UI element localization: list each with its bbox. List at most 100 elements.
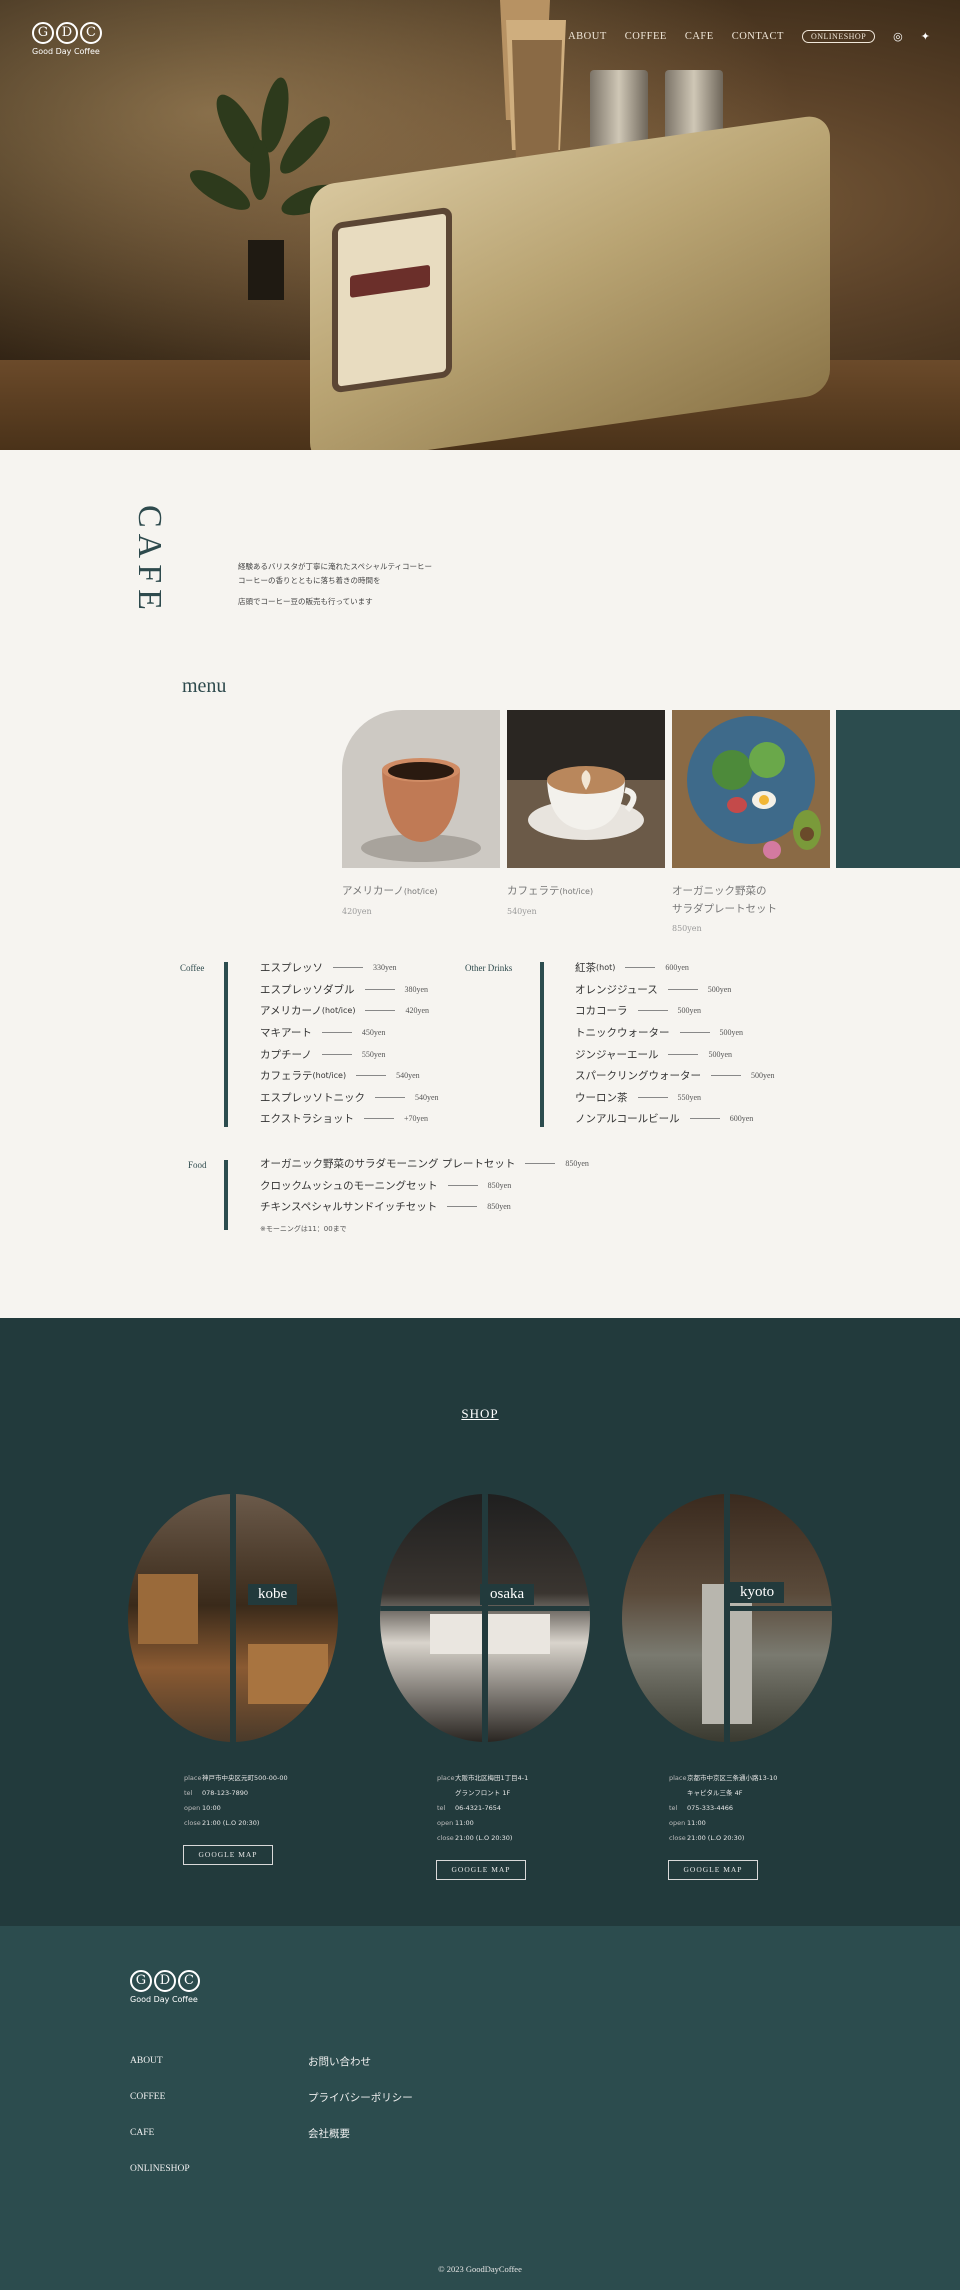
google-map-button[interactable]: GOOGLE MAP xyxy=(183,1845,273,1865)
price-leader-line xyxy=(711,1075,741,1077)
hero-section: G D C Good Day Coffee ABOUT COFFEE CAFE … xyxy=(0,0,960,450)
store-kobe[interactable]: kobe xyxy=(128,1494,338,1742)
brand-mark-letter: G xyxy=(32,22,54,44)
menu-item-price: 500yen xyxy=(677,1006,702,1016)
menu-card-name: アメリカーノ(hot/ice) xyxy=(342,885,438,897)
machine-panel xyxy=(332,206,452,394)
intro-line: 経験あるバリスタが丁寧に淹れたスペシャルティコーヒー コーヒーの香りとともに落ち着… xyxy=(238,562,433,585)
latte-photo xyxy=(507,710,665,868)
menu-item: エスプレッソダブル 380yen xyxy=(260,979,439,1001)
photo-divider xyxy=(724,1494,730,1742)
store-place: place神戸市中央区元町500-00-00 xyxy=(184,1774,288,1782)
menu-item-name: ノンアルコールビール xyxy=(575,1113,680,1126)
store-photo xyxy=(622,1494,832,1742)
nav-cafe[interactable]: CAFE xyxy=(685,31,714,42)
menu-item-name: 紅茶 xyxy=(575,962,596,975)
menu-item-name: スパークリングウォーター xyxy=(575,1070,701,1083)
menu-card-price: 850yen xyxy=(672,924,702,933)
footer: G D C Good Day Coffee ABOUT COFFEE CAFE … xyxy=(0,1926,960,2290)
footer-link-cafe[interactable]: CAFE xyxy=(130,2128,154,2138)
menu-item-name: カフェラテ xyxy=(260,1070,313,1083)
store-kyoto[interactable]: kyoto xyxy=(622,1494,832,1742)
menu-item-price: 500yen xyxy=(719,1028,744,1038)
americano-photo xyxy=(342,710,500,868)
coffee-category-bar xyxy=(224,962,228,1127)
photo-divider xyxy=(724,1606,832,1611)
menu-card[interactable]: オーガニック野菜の サラダプレートセット 850yen xyxy=(672,710,830,933)
footer-link-about[interactable]: ABOUT xyxy=(130,2056,163,2066)
menu-card-name: カフェラテ(hot/ice) xyxy=(507,885,594,897)
store-osaka[interactable]: osaka xyxy=(380,1494,590,1742)
photo-divider xyxy=(230,1494,236,1742)
footer-brand-logo[interactable]: G D C Good Day Coffee xyxy=(130,1970,200,2004)
drinks-menu-list: 紅茶 (hot) 600yen オレンジジュース 500yen コカコーラ 500yen トニ… xyxy=(575,957,775,1130)
menu-card-price: 420yen xyxy=(342,907,372,916)
price-leader-line xyxy=(333,967,363,969)
footer-link-company[interactable]: 会社概要 xyxy=(308,2126,350,2141)
price-leader-line xyxy=(447,1184,478,1186)
google-map-button[interactable]: GOOGLE MAP xyxy=(436,1860,526,1880)
menu-item-price: 850yen xyxy=(487,1202,511,1212)
menu-heading: menu xyxy=(182,675,227,697)
menu-item-price: 450yen xyxy=(361,1028,386,1038)
price-leader-line xyxy=(667,988,698,990)
store-open: open 11:00 xyxy=(669,1819,706,1827)
brand-mark-letter: D xyxy=(154,1970,176,1992)
store-name-tag: osaka xyxy=(480,1584,535,1605)
menu-item: チキンスペシャルサンドイッチセット 850yen xyxy=(260,1196,589,1218)
store-tel: tel 078-123-7890 xyxy=(184,1789,249,1797)
menu-item-name: アメリカーノ xyxy=(260,1005,322,1018)
brand-name: Good Day Coffee xyxy=(32,47,100,56)
price-leader-line xyxy=(321,1032,352,1034)
brand-mark: G D C xyxy=(130,1970,200,1992)
menu-item: スパークリングウォーター 500yen xyxy=(575,1065,775,1087)
menu-item-name: トニックウォーター xyxy=(575,1027,670,1040)
menu-item-name: コカコーラ xyxy=(575,1005,628,1018)
menu-item-name: オーガニック野菜のサラダモーニング プレートセット xyxy=(260,1158,516,1171)
food-menu-list: オーガニック野菜のサラダモーニング プレートセット 850yen クロックムッシュの… xyxy=(260,1153,589,1218)
price-leader-line xyxy=(356,1075,387,1077)
online-shop-button[interactable]: ONLINESHOP xyxy=(801,30,876,43)
menu-card[interactable]: カフェラテ(hot/ice) 540yen xyxy=(507,710,665,916)
shop-heading[interactable]: SHOP xyxy=(0,1406,960,1422)
menu-item-name: チキンスペシャルサンドイッチセット xyxy=(260,1201,438,1214)
drinks-category-label: Other Drinks xyxy=(465,963,513,973)
nav-coffee[interactable]: COFFEE xyxy=(625,31,667,42)
store-open: open 11:00 xyxy=(437,1819,474,1827)
menu-item-price: 380yen xyxy=(404,984,429,994)
menu-item-price: 500yen xyxy=(707,984,732,994)
menu-card-price: 540yen xyxy=(507,907,537,916)
menu-item: オーガニック野菜のサラダモーニング プレートセット 850yen xyxy=(260,1153,589,1175)
intro-line: 店頭でコーヒー豆の販売も行っています xyxy=(238,597,373,606)
nav-about[interactable]: ABOUT xyxy=(568,31,607,42)
menu-card[interactable]: アメリカーノ(hot/ice) 420yen xyxy=(342,710,500,916)
menu-item-price: 500yen xyxy=(751,1071,775,1081)
menu-item: クロックムッシュのモーニングセット 850yen xyxy=(260,1175,589,1197)
instagram-icon[interactable]: ◎ xyxy=(893,30,903,43)
menu-item-name: ウーロン茶 xyxy=(575,1091,628,1104)
footer-link-contact[interactable]: お問い合わせ xyxy=(308,2054,371,2069)
menu-item: エスプレッソトニック 540yen xyxy=(260,1087,439,1109)
nav-contact[interactable]: CONTACT xyxy=(732,31,784,42)
menu-item-price: 330yen xyxy=(373,963,397,973)
menu-item-price: 550yen xyxy=(361,1049,386,1059)
price-leader-line xyxy=(668,1053,699,1055)
price-leader-line xyxy=(525,1163,556,1165)
menu-item: トニックウォーター 500yen xyxy=(575,1022,775,1044)
menu-item: 紅茶 (hot) 600yen xyxy=(575,957,775,979)
photo-divider xyxy=(482,1494,488,1742)
price-leader-line xyxy=(363,1118,394,1120)
google-map-button[interactable]: GOOGLE MAP xyxy=(668,1860,758,1880)
brand-logo[interactable]: G D C Good Day Coffee xyxy=(32,22,102,56)
store-interior xyxy=(430,1614,550,1654)
price-leader-line xyxy=(689,1118,720,1120)
brand-mark: G D C xyxy=(32,22,102,44)
footer-link-onlineshop[interactable]: ONLINESHOP xyxy=(130,2164,190,2174)
store-place: place大阪市北区梅田1丁目4-1 xyxy=(437,1774,529,1782)
footer-link-coffee[interactable]: COFFEE xyxy=(130,2092,165,2102)
menu-item: エクストラショット +70yen xyxy=(260,1108,439,1130)
twitter-icon[interactable]: ✦ xyxy=(921,30,930,43)
footer-link-privacy[interactable]: プライバシーポリシー xyxy=(308,2090,413,2105)
menu-item-name: エスプレッソトニック xyxy=(260,1091,365,1104)
menu-item: アメリカーノ (hot/ice) 420yen xyxy=(260,1000,439,1022)
